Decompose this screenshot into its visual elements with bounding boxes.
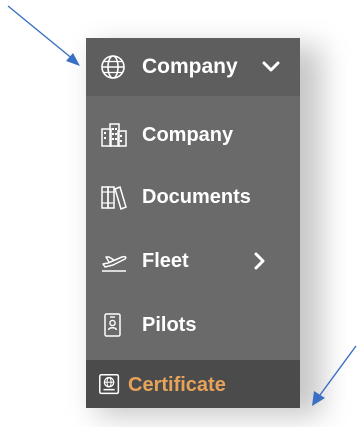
menu-header-label: Company [142, 55, 238, 78]
screenshot-stage: Company Company Documents Fleet Pilots C… [0, 0, 360, 427]
menu-item-label: Company [142, 124, 234, 146]
menu-item-label: Fleet [142, 250, 189, 272]
certificate-icon [99, 374, 120, 395]
company-dropdown-menu: Company Company Documents Fleet Pilots C… [86, 38, 300, 408]
arrow-icon [7, 5, 80, 66]
airplane-icon [102, 255, 127, 272]
menu-item-label: Certificate [128, 374, 226, 396]
menu-item-documents[interactable]: Documents [86, 166, 300, 228]
chevron-right-icon[interactable] [252, 252, 268, 270]
menu-item-certificate[interactable]: Certificate [86, 360, 300, 408]
chevron-down-icon[interactable] [262, 58, 280, 76]
menu-item-company[interactable]: Company [86, 104, 300, 166]
books-icon [101, 185, 127, 210]
menu-item-pilots[interactable]: Pilots [86, 294, 300, 356]
menu-item-label: Pilots [142, 314, 197, 336]
globe-icon [101, 55, 125, 79]
buildings-icon [101, 123, 127, 147]
menu-item-label: Documents [142, 186, 251, 208]
id-badge-icon [104, 313, 121, 337]
menu-item-fleet[interactable]: Fleet [86, 230, 300, 292]
menu-header-company[interactable]: Company [86, 38, 300, 96]
